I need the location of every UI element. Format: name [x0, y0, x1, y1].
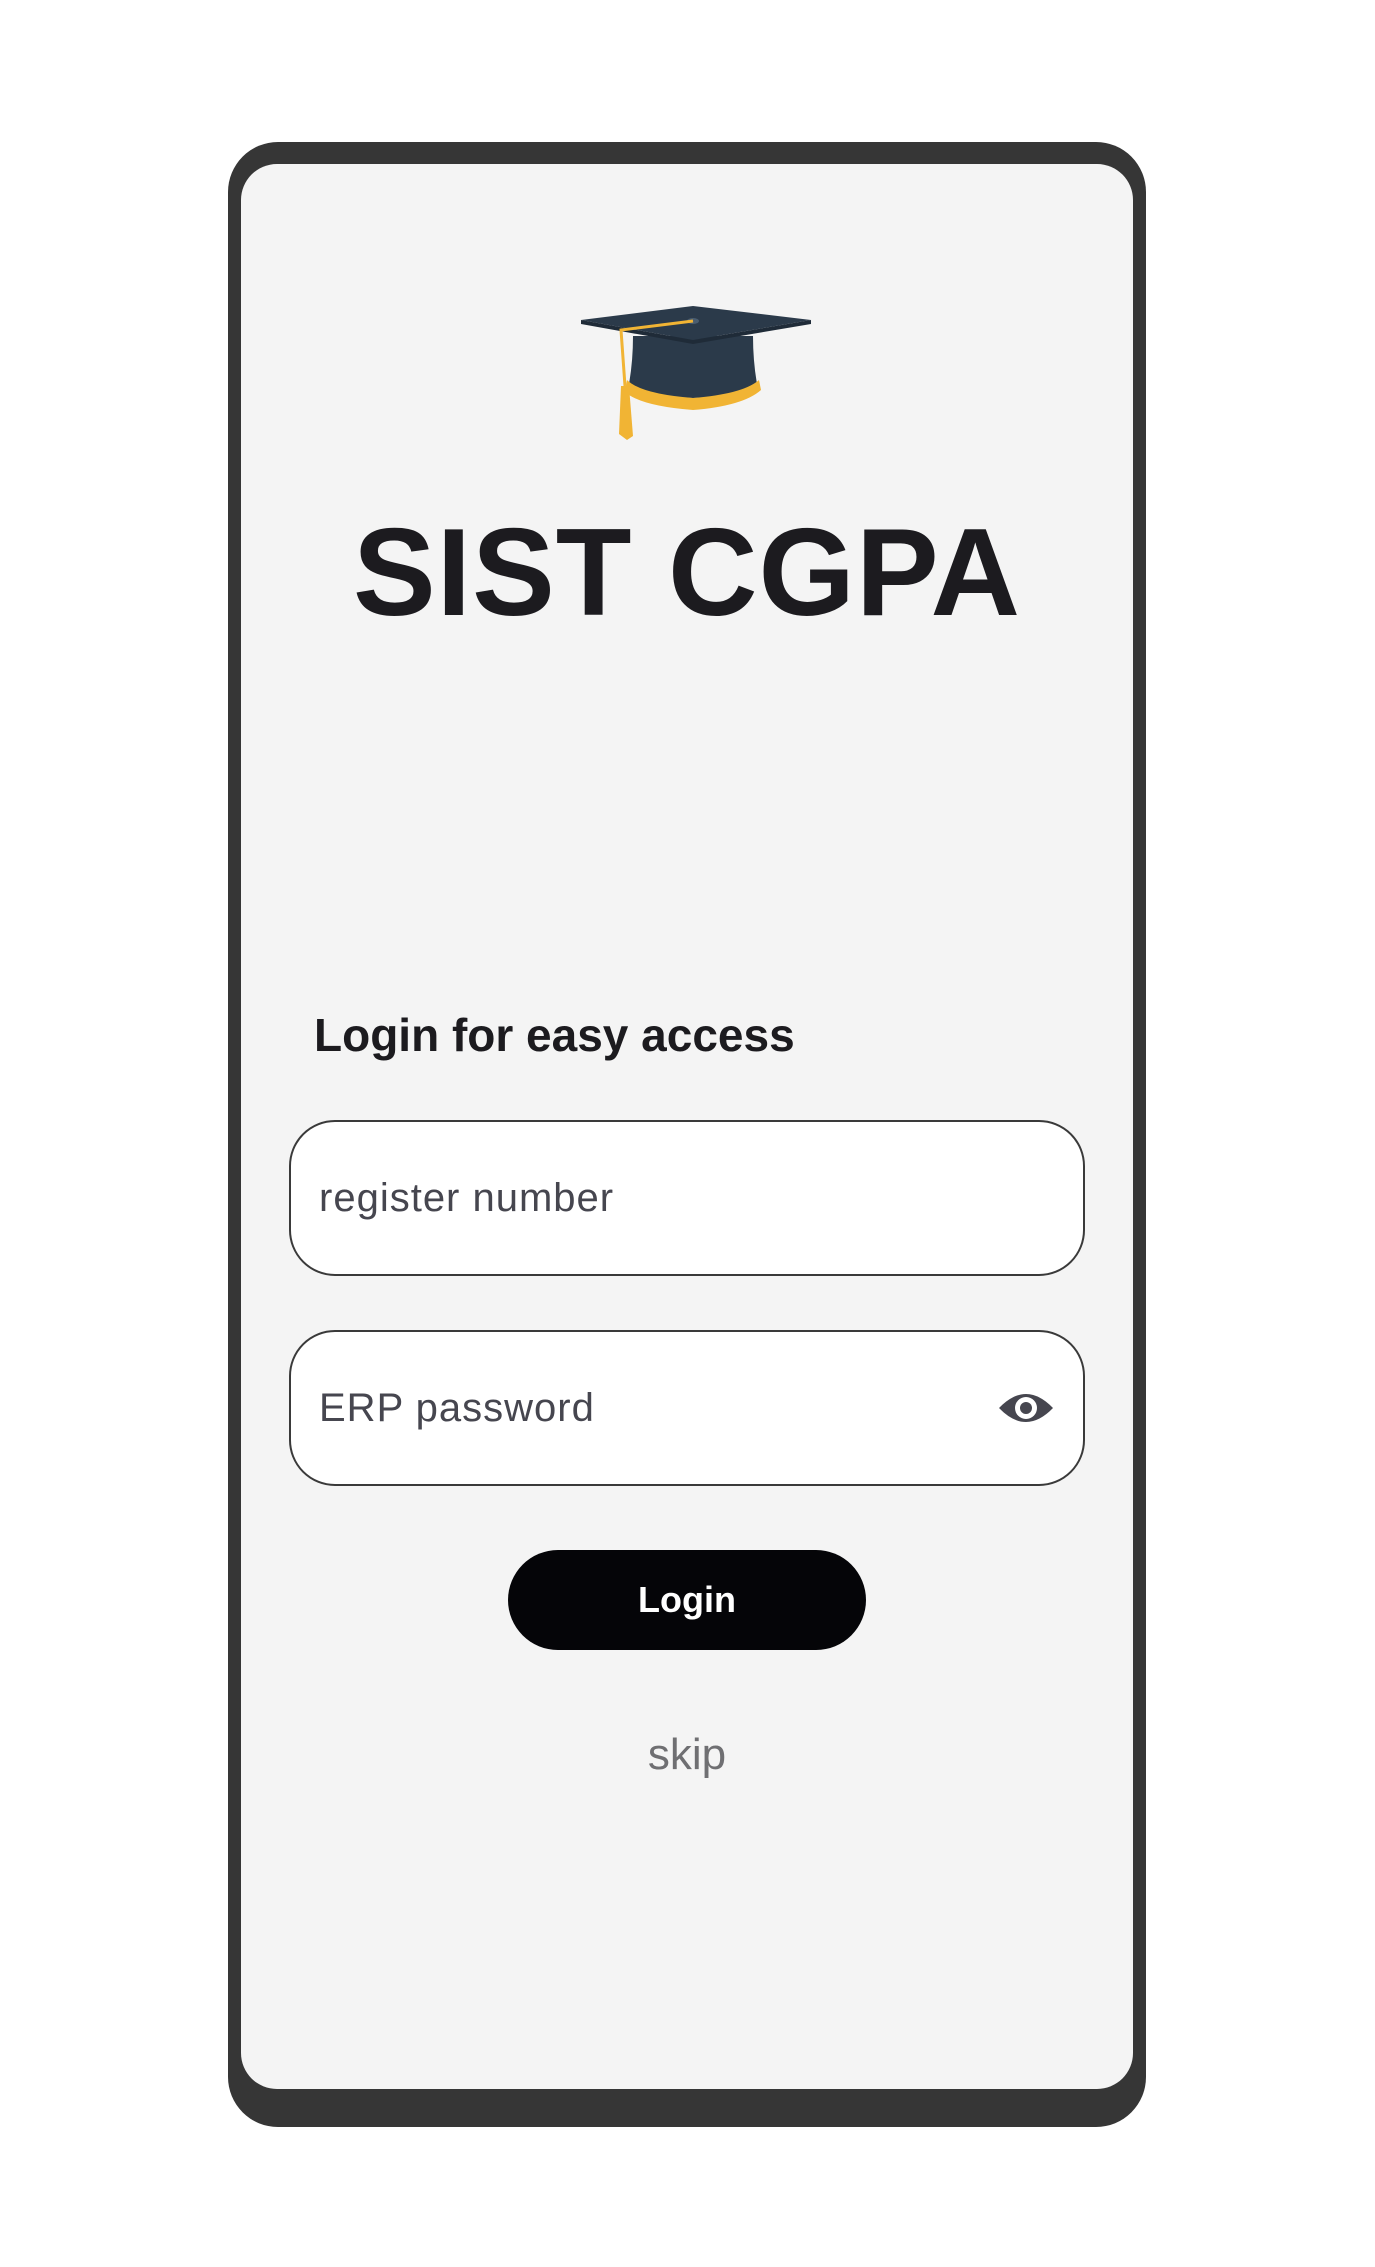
erp-password-field[interactable]: ERP password — [289, 1330, 1085, 1486]
app-screen: SIST CGPA Login for easy access register… — [241, 164, 1133, 2089]
login-button[interactable]: Login — [508, 1550, 866, 1650]
login-heading: Login for easy access — [314, 1009, 795, 1061]
register-number-placeholder: register number — [319, 1175, 615, 1220]
eye-icon[interactable] — [997, 1379, 1055, 1437]
register-number-field[interactable]: register number — [289, 1120, 1085, 1276]
skip-link[interactable]: skip — [241, 1730, 1133, 1780]
graduation-cap-icon — [581, 306, 811, 451]
erp-password-placeholder: ERP password — [319, 1385, 595, 1430]
app-title: SIST CGPA — [352, 504, 1022, 642]
